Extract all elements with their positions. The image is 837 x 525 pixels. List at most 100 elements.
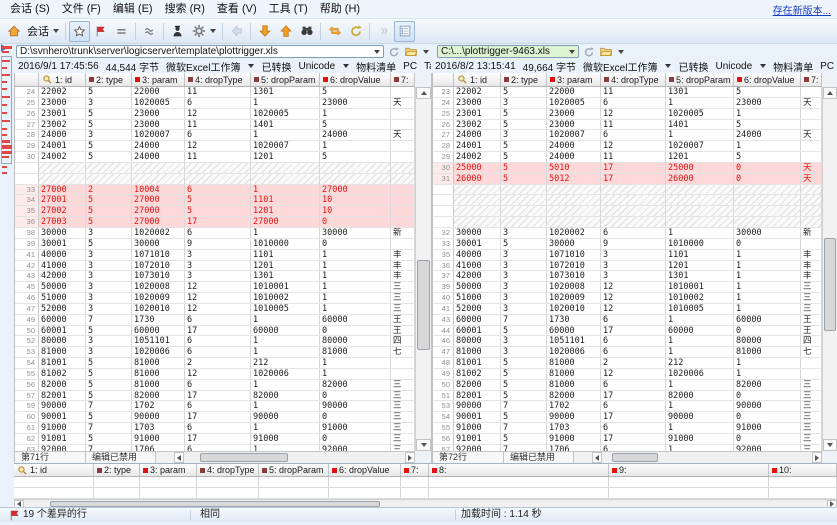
show-all-button[interactable] <box>69 20 90 42</box>
table-row[interactable]: 24 22002 5 22000 11 1301 5 <box>15 87 415 98</box>
table-row[interactable]: 47 81000 3 1020006 6 1 81000 七 <box>433 347 822 359</box>
table-row[interactable]: 52 80000 3 1051101 6 1 80000 四 <box>15 336 415 348</box>
column-header[interactable]: 7: <box>401 464 429 476</box>
table-row[interactable]: 27 23002 5 23000 11 1401 5 <box>15 119 415 131</box>
format-button[interactable] <box>188 21 219 42</box>
scroll-left-button[interactable] <box>174 452 184 463</box>
folder-open-icon[interactable] <box>599 45 613 58</box>
table-row[interactable]: 26 23002 5 23000 11 1401 5 <box>433 119 822 131</box>
column-header[interactable]: 4: dropType <box>601 73 666 86</box>
left-encoding-dropdown[interactable]: Unicode <box>298 61 350 72</box>
table-row[interactable] <box>433 206 822 218</box>
menu-item[interactable]: 编辑 (E) <box>107 0 159 18</box>
table-row[interactable]: 44 60001 5 60000 17 60000 0 王 <box>433 325 822 337</box>
table-row[interactable]: 46 51000 3 1020009 12 1010002 1 三 <box>15 293 415 304</box>
show-minor-button[interactable] <box>139 21 160 42</box>
table-row[interactable]: 49 60000 7 1730 6 1 60000 王 <box>15 314 415 326</box>
column-header[interactable]: 9: <box>609 464 769 476</box>
scroll-up-button[interactable] <box>416 87 431 99</box>
table-row[interactable]: 60 90001 5 90000 17 90000 0 三 <box>15 412 415 424</box>
new-version-link[interactable]: 存在新版本... <box>773 2 831 17</box>
toolbar-overflow-button[interactable] <box>373 21 394 42</box>
folder-open-icon[interactable] <box>404 45 418 58</box>
hscroll-thumb[interactable] <box>612 453 658 462</box>
column-header[interactable]: 1: id <box>39 73 86 86</box>
table-row[interactable]: 36 27003 5 27000 17 27000 0 <box>15 217 415 228</box>
table-row[interactable]: 33 30001 5 30000 9 1010000 0 <box>433 238 822 250</box>
table-row[interactable]: 43 60000 7 1730 6 1 60000 王 <box>433 314 822 326</box>
table-row[interactable]: 45 50000 3 1020008 12 1010001 1 三 <box>15 282 415 294</box>
scroll-down-button[interactable] <box>823 439 837 451</box>
left-table[interactable]: 24 22002 5 22000 11 1301 5 25 23000 3 1020005 6 1 230… <box>15 87 415 451</box>
table-row[interactable]: 54 81001 5 81000 2 212 1 <box>15 358 415 369</box>
table-row[interactable]: 37 42000 3 1073010 3 1301 1 丰 <box>433 271 822 283</box>
vscroll-thumb[interactable] <box>417 260 430 350</box>
table-row[interactable]: 24 23000 3 1020005 6 1 23000 天 <box>433 97 822 109</box>
table-row[interactable] <box>15 173 415 185</box>
view-list-button[interactable] <box>394 20 415 42</box>
column-header[interactable]: 6: dropValue <box>734 73 801 86</box>
table-row[interactable]: 39 30001 5 30000 9 1010000 0 <box>15 238 415 250</box>
right-hscrollbar[interactable] <box>592 452 822 463</box>
table-row[interactable]: 23 22002 5 22000 11 1301 5 <box>433 87 822 98</box>
table-row[interactable]: 47 52000 3 1020010 12 1010005 1 三 <box>15 303 415 315</box>
table-row[interactable]: 59 90000 7 1702 6 1 90000 三 <box>15 401 415 413</box>
table-row[interactable]: 57 82001 5 82000 17 82000 0 三 <box>15 390 415 402</box>
reload-button[interactable] <box>345 21 366 42</box>
swap-sides-button[interactable] <box>324 21 345 42</box>
right-format-dropdown[interactable]: 微软Excel工作簿 <box>583 59 672 73</box>
scroll-right-button[interactable] <box>812 452 822 463</box>
table-row[interactable]: 28 24000 3 1020007 6 1 24000 天 <box>15 130 415 142</box>
menu-item[interactable]: 查看 (V) <box>211 0 263 18</box>
table-row[interactable] <box>433 217 822 228</box>
table-row[interactable]: 36 41000 3 1072010 3 1201 1 丰 <box>433 260 822 272</box>
table-row[interactable]: 43 42000 3 1073010 3 1301 1 丰 <box>15 271 415 283</box>
column-header[interactable]: 5: dropParam <box>666 73 734 86</box>
table-row[interactable]: 39 50000 3 1020008 12 1010001 1 三 <box>433 282 822 294</box>
table-row[interactable]: 56 91001 5 91000 17 91000 0 三 <box>433 434 822 445</box>
table-row[interactable]: 61 91000 7 1703 6 1 91000 三 <box>15 423 415 434</box>
table-row[interactable]: 48 81001 5 81000 2 212 1 <box>433 358 822 369</box>
session-menu-button[interactable]: 会话 <box>24 21 62 42</box>
copy-to-left-button[interactable] <box>226 21 247 42</box>
left-vscrollbar[interactable] <box>415 87 431 451</box>
column-header[interactable]: 4: dropType <box>185 73 251 86</box>
right-vscrollbar[interactable] <box>822 87 837 451</box>
table-row[interactable]: 31 26000 5 5012 17 26000 0 天 <box>433 173 822 185</box>
refresh-icon[interactable] <box>582 45 596 58</box>
table-row[interactable]: 30 24002 5 24000 11 1201 5 <box>15 152 415 163</box>
find-button[interactable] <box>296 21 317 42</box>
refresh-icon[interactable] <box>387 45 401 58</box>
detail-row-left[interactable] <box>14 477 837 488</box>
detail-row-right[interactable] <box>14 488 837 499</box>
column-header[interactable]: 5: dropParam <box>251 73 320 86</box>
column-header[interactable]: 6: dropValue <box>329 464 401 476</box>
table-row[interactable]: 29 24002 5 24000 11 1201 5 <box>433 152 822 163</box>
column-header[interactable]: 10: <box>769 464 837 476</box>
table-row[interactable]: 42 41000 3 1072010 3 1201 1 丰 <box>15 260 415 272</box>
menu-item[interactable]: 帮助 (H) <box>314 0 366 18</box>
column-header[interactable]: 7: <box>391 73 415 86</box>
table-row[interactable]: 49 81002 5 81000 12 1020006 1 <box>433 368 822 380</box>
table-row[interactable] <box>433 184 822 196</box>
table-row[interactable] <box>15 162 415 174</box>
table-row[interactable]: 50 82000 5 81000 6 1 82000 三 <box>433 379 822 391</box>
column-header[interactable]: 5: dropParam <box>259 464 329 476</box>
table-row[interactable]: 30 25000 5 5010 17 25000 0 天 <box>433 162 822 174</box>
diff-map-strip[interactable] <box>0 44 14 507</box>
table-row[interactable]: 38 30000 3 1020002 6 1 30000 新 <box>15 227 415 239</box>
table-row[interactable]: 28 24001 5 24000 12 1020007 1 <box>433 141 822 153</box>
scroll-left-button[interactable] <box>592 452 602 463</box>
table-row[interactable]: 40 51000 3 1020009 12 1010002 1 三 <box>433 293 822 304</box>
table-row[interactable]: 26 23001 5 23000 12 1020005 1 <box>15 108 415 120</box>
column-header[interactable]: 7: <box>801 73 822 86</box>
scroll-down-button[interactable] <box>416 439 431 451</box>
left-hscrollbar[interactable] <box>174 452 415 463</box>
previous-difference-button[interactable] <box>275 21 296 42</box>
chevron-down-icon[interactable] <box>423 49 429 54</box>
table-row[interactable]: 46 80000 3 1051101 6 1 80000 四 <box>433 336 822 348</box>
column-header[interactable]: 3: param <box>132 73 185 86</box>
table-row[interactable]: 27 24000 3 1020007 6 1 24000 天 <box>433 130 822 142</box>
hscroll-thumb[interactable] <box>200 453 288 462</box>
table-row[interactable]: 56 82000 5 81000 6 1 82000 三 <box>15 379 415 391</box>
